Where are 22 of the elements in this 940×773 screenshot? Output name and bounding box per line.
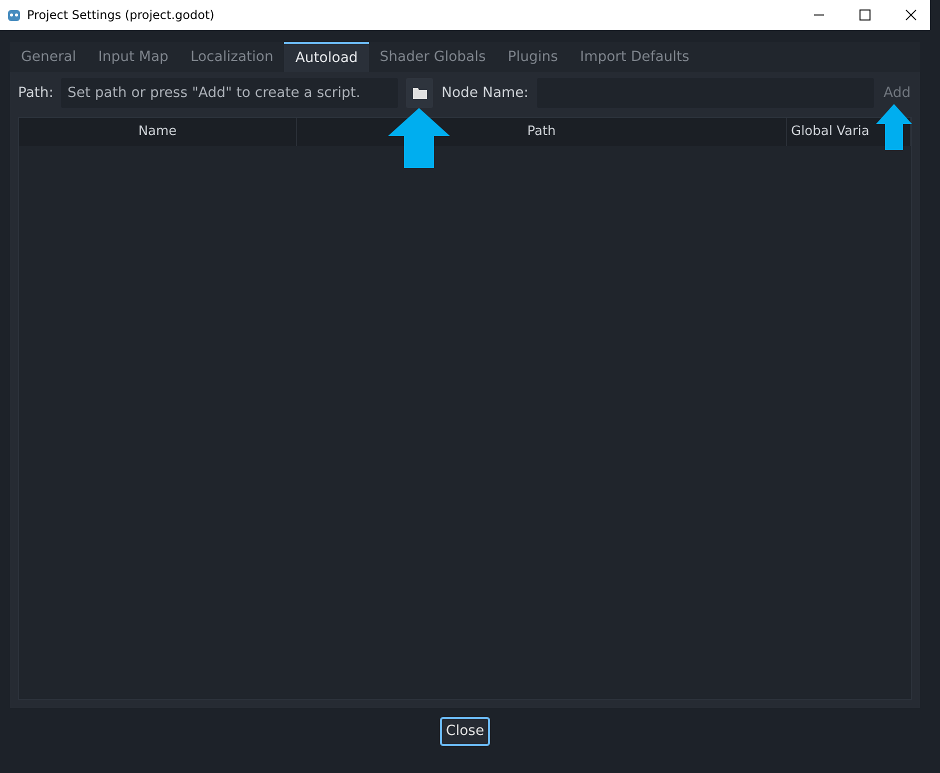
path-field[interactable]: Set path or press "Add" to create a script. <box>61 78 398 108</box>
node-name-label: Node Name: <box>441 84 528 102</box>
arrow-icon <box>876 104 912 150</box>
tab[interactable]: Localization <box>179 42 284 72</box>
tab[interactable]: General <box>10 42 88 72</box>
column-header: Name <box>138 123 177 142</box>
maximize-icon[interactable] <box>859 9 871 21</box>
tab[interactable]: Autoload <box>284 42 369 72</box>
folder-button[interactable] <box>406 78 434 108</box>
column-header: Global Varia <box>791 123 870 142</box>
app-icon <box>7 8 21 22</box>
tab[interactable]: Input Map <box>87 42 180 72</box>
path-label: Path: <box>18 84 54 102</box>
window-title: Project Settings (project.godot) <box>27 7 214 24</box>
tab[interactable]: Import Defaults <box>568 42 700 72</box>
folder-icon <box>412 87 427 99</box>
column-header: Path <box>527 123 556 142</box>
close-icon[interactable] <box>905 9 917 21</box>
close-button[interactable]: Close <box>440 717 490 746</box>
tab[interactable]: Shader Globals <box>368 42 497 72</box>
tab[interactable]: Plugins <box>496 42 569 72</box>
arrow-icon <box>388 108 450 168</box>
